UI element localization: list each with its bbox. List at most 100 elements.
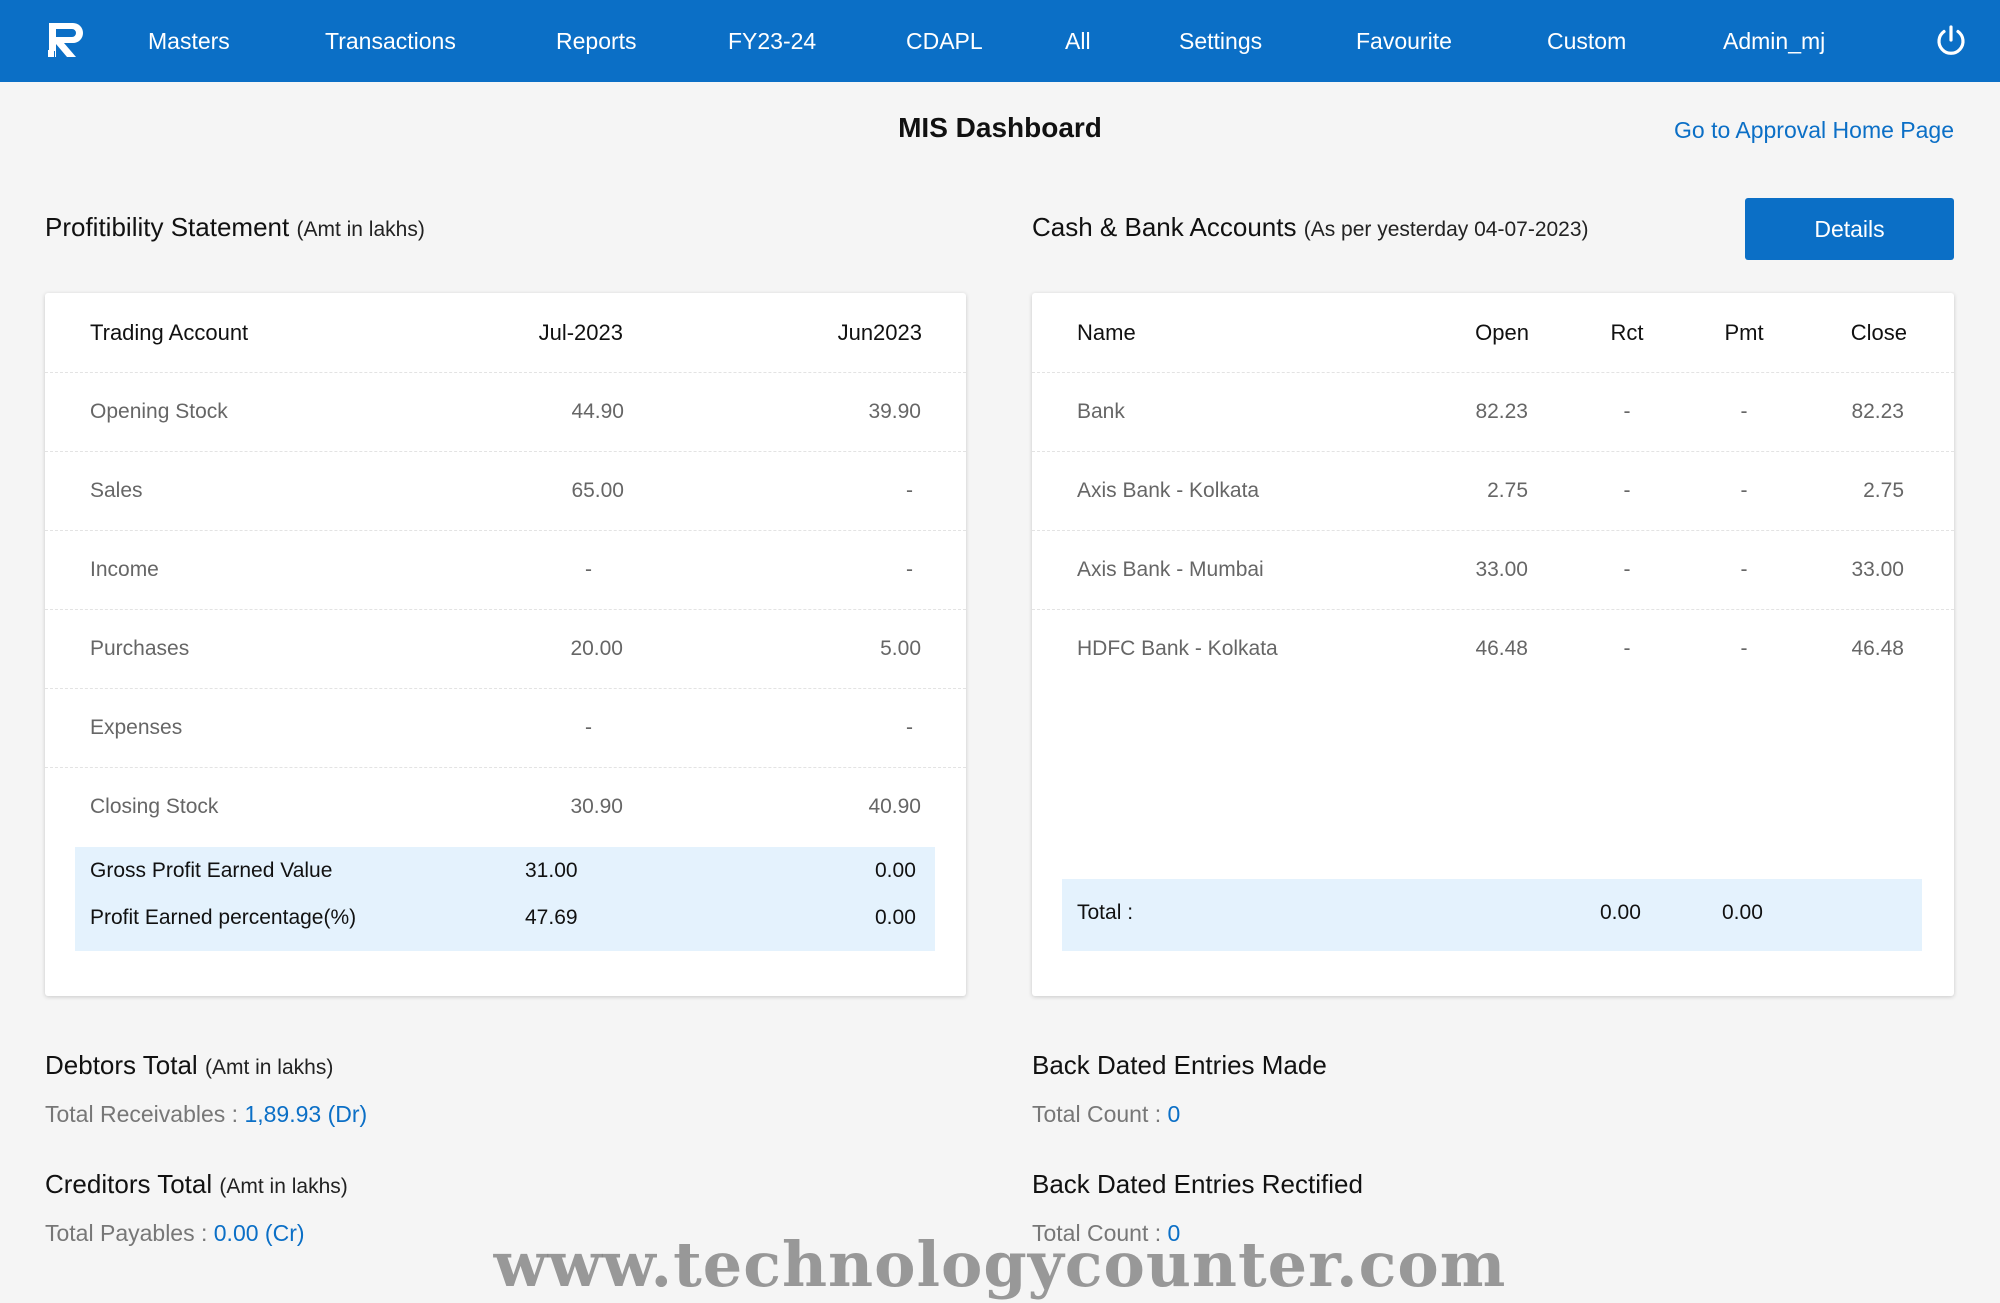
- table-row: Income - -: [45, 530, 966, 610]
- open-value: 46.48: [1475, 637, 1528, 660]
- profit-percentage-jun: 0.00: [875, 906, 916, 929]
- account-name: HDFC Bank - Kolkata: [1077, 637, 1278, 660]
- profitability-heading-note: (Amt in lakhs): [296, 218, 425, 241]
- debtors-heading: Debtors Total (Amt in lakhs): [45, 1050, 333, 1081]
- back-dated-made-label: Total Count :: [1032, 1101, 1168, 1127]
- top-navigation-bar: Masters Transactions Reports FY23-24 CDA…: [0, 0, 2000, 82]
- nav-custom[interactable]: Custom: [1547, 0, 1626, 82]
- debtors-heading-text: Debtors Total: [45, 1050, 198, 1080]
- nav-all[interactable]: All: [1065, 0, 1091, 82]
- profitability-table-card: Trading Account Jul-2023 Jun2023 Opening…: [45, 293, 966, 996]
- column-header: Rct: [1610, 320, 1644, 345]
- creditors-heading-text: Creditors Total: [45, 1169, 213, 1199]
- gross-profit-jul: 31.00: [525, 859, 578, 882]
- table-header-row: Trading Account Jul-2023 Jun2023: [45, 293, 966, 373]
- open-value: 33.00: [1475, 558, 1528, 581]
- nav-cdapl[interactable]: CDAPL: [906, 0, 983, 82]
- row-label: Income: [90, 558, 159, 581]
- profitability-heading-text: Profitibility Statement: [45, 212, 290, 242]
- account-name: Axis Bank - Mumbai: [1077, 558, 1264, 581]
- nav-masters[interactable]: Masters: [148, 0, 230, 82]
- row-value: -: [585, 716, 592, 739]
- account-name: Bank: [1077, 400, 1125, 423]
- cash-bank-total-box: Total : 0.00 0.00: [1062, 879, 1922, 951]
- debtors-heading-note: (Amt in lakhs): [204, 1056, 334, 1079]
- table-row: Sales 65.00 -: [45, 451, 966, 531]
- cash-bank-heading: Cash & Bank Accounts (As per yesterday 0…: [1032, 212, 1589, 243]
- details-button[interactable]: Details: [1745, 198, 1954, 260]
- back-dated-made-heading-text: Back Dated Entries Made: [1032, 1050, 1327, 1080]
- total-rct: 0.00: [1600, 901, 1641, 924]
- nav-user-admin[interactable]: Admin_mj: [1723, 0, 1825, 82]
- power-icon[interactable]: [1934, 24, 1968, 58]
- main-nav: Masters Transactions Reports FY23-24 CDA…: [0, 0, 2000, 82]
- back-dated-made-line: Total Count : 0: [1032, 1101, 1180, 1128]
- row-value: -: [906, 558, 913, 581]
- rct-value: -: [1623, 558, 1631, 581]
- row-label: Purchases: [90, 637, 190, 660]
- row-value: -: [906, 716, 913, 739]
- profit-percentage-jul: 47.69: [525, 906, 578, 929]
- cash-bank-table-card: Name Open Rct Pmt Close Bank 82.23 - - 8…: [1032, 293, 1954, 996]
- profitability-heading: Profitibility Statement (Amt in lakhs): [45, 212, 425, 243]
- row-value: 30.90: [570, 795, 623, 818]
- close-value: 2.75: [1863, 479, 1904, 502]
- rct-value: -: [1623, 400, 1631, 423]
- debtors-line: Total Receivables : 1,89.93 (Dr): [45, 1101, 367, 1128]
- row-value: 44.90: [571, 400, 624, 423]
- back-dated-rectified-heading-text: Back Dated Entries Rectified: [1032, 1169, 1363, 1199]
- watermark: www.technologycounter.com: [493, 1228, 1507, 1301]
- cash-bank-heading-text: Cash & Bank Accounts: [1032, 212, 1297, 242]
- gross-profit-label: Gross Profit Earned Value: [90, 859, 333, 882]
- close-value: 46.48: [1851, 637, 1904, 660]
- table-row: Opening Stock 44.90 39.90: [45, 372, 966, 452]
- rct-value: -: [1623, 637, 1631, 660]
- back-dated-made-count[interactable]: 0: [1168, 1101, 1181, 1127]
- table-row: Bank 82.23 - - 82.23: [1032, 372, 1954, 452]
- column-header: Jun2023: [837, 320, 922, 345]
- column-header: Open: [1475, 320, 1529, 345]
- approval-home-link[interactable]: Go to Approval Home Page: [1674, 117, 1954, 144]
- row-value: 40.90: [868, 795, 921, 818]
- row-label: Sales: [90, 479, 143, 502]
- table-row: Axis Bank - Mumbai 33.00 - - 33.00: [1032, 530, 1954, 610]
- nav-settings[interactable]: Settings: [1179, 0, 1262, 82]
- row-label: Closing Stock: [90, 795, 219, 818]
- open-value: 82.23: [1475, 400, 1528, 423]
- creditors-heading: Creditors Total (Amt in lakhs): [45, 1169, 348, 1200]
- gross-profit-jun: 0.00: [875, 859, 916, 882]
- nav-transactions[interactable]: Transactions: [325, 0, 456, 82]
- row-value: 65.00: [571, 479, 624, 502]
- cash-bank-heading-note: (As per yesterday 04-07-2023): [1303, 218, 1589, 241]
- total-pmt: 0.00: [1722, 901, 1763, 924]
- row-value: 20.00: [570, 637, 623, 660]
- row-label: Opening Stock: [90, 400, 228, 423]
- column-header: Close: [1850, 320, 1907, 345]
- table-row: HDFC Bank - Kolkata 46.48 - - 46.48: [1032, 609, 1954, 688]
- rct-value: -: [1623, 479, 1631, 502]
- receivables-label: Total Receivables :: [45, 1101, 245, 1127]
- account-name: Axis Bank - Kolkata: [1077, 479, 1260, 502]
- profit-percentage-label: Profit Earned percentage(%): [90, 906, 357, 929]
- column-header: Name: [1077, 320, 1136, 345]
- table-row: Purchases 20.00 5.00: [45, 609, 966, 689]
- total-label: Total :: [1077, 901, 1134, 924]
- open-value: 2.75: [1487, 479, 1528, 502]
- column-header: Jul-2023: [538, 320, 623, 345]
- back-dated-rectified-heading: Back Dated Entries Rectified: [1032, 1169, 1363, 1200]
- nav-fy23-24[interactable]: FY23-24: [728, 0, 816, 82]
- back-dated-made-heading: Back Dated Entries Made: [1032, 1050, 1327, 1081]
- row-value: 5.00: [880, 637, 921, 660]
- nav-reports[interactable]: Reports: [556, 0, 637, 82]
- receivables-value[interactable]: 1,89.93 (Dr): [244, 1101, 367, 1127]
- table-header-row: Name Open Rct Pmt Close: [1032, 293, 1954, 373]
- row-value: -: [906, 479, 913, 502]
- close-value: 82.23: [1851, 400, 1904, 423]
- row-value: 39.90: [868, 400, 921, 423]
- table-row: Axis Bank - Kolkata 2.75 - - 2.75: [1032, 451, 1954, 531]
- nav-favourite[interactable]: Favourite: [1356, 0, 1452, 82]
- creditors-heading-note: (Amt in lakhs): [219, 1175, 348, 1198]
- row-value: -: [585, 558, 592, 581]
- table-row: Closing Stock 30.90 40.90: [45, 767, 966, 846]
- close-value: 33.00: [1851, 558, 1904, 581]
